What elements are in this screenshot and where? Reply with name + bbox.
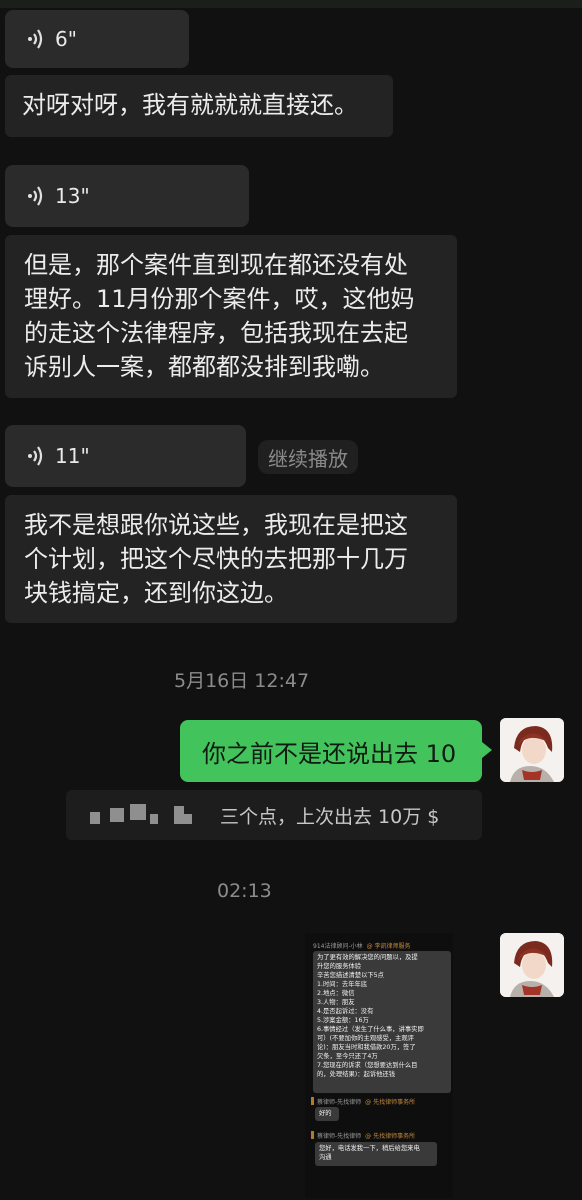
quote-marker: [311, 1097, 314, 1105]
message-text: 对呀对呀，我有就就就直接还。: [22, 91, 358, 119]
screenshot-message-card: 好的: [315, 1107, 339, 1121]
sender-header: 914法律顾问-小林 @ 李凯律师服务: [313, 943, 411, 950]
continue-play-button[interactable]: 继续播放: [258, 440, 358, 474]
avatar[interactable]: [500, 933, 564, 997]
message-text: 但是，那个案件直到现在都还没有处 理好。11月份那个案件，哎，这他妈 的走这个法…: [24, 248, 454, 384]
message-text: 我不是想跟你说这些，我现在是把这 个计划，把这个尽快的去把那十几万 块钱搞定，还…: [24, 508, 454, 610]
status-strip: [0, 0, 582, 8]
voice-duration: 6": [55, 27, 77, 51]
message-line: 理好。11月份那个案件，哎，这他妈: [24, 285, 415, 313]
screenshot-message-card: 您好，电话发我一下，稍后给您来电 沟通: [315, 1142, 437, 1166]
message-line: 但是，那个案件直到现在都还没有处: [24, 251, 408, 279]
quote-marker: [311, 1131, 314, 1139]
voice-duration: 11": [55, 444, 90, 468]
avatar[interactable]: [500, 718, 564, 782]
blurred-quote-preview: [66, 790, 206, 840]
message-line: 的走这个法律程序，包括我现在去起: [24, 319, 408, 347]
screenshot-message-card: 为了更有效的解决您的问题以，及提 升您的服务体验 辛苦您描述清楚以下5点 1.时…: [313, 951, 451, 1093]
sent-text-bubble[interactable]: 你之前不是还说出去 10: [180, 720, 492, 782]
message-line: 诉别人一案，都都都没排到我嘞。: [24, 353, 384, 381]
voice-wave-icon: [28, 29, 43, 49]
sender-header: 蔡律师-先找律师 @ 先找律师事务所: [317, 1133, 416, 1140]
message-line: 我不是想跟你说这些，我现在是把这: [24, 511, 408, 539]
anime-avatar-image: [500, 718, 564, 782]
sender-header: 蔡律师-先找律师 @ 先找律师事务所: [317, 1099, 416, 1106]
quote-text: 三个点，上次出去 10万 $: [220, 805, 440, 828]
quoted-reply[interactable]: 三个点，上次出去 10万 $: [66, 790, 482, 840]
voice-message[interactable]: 13": [5, 165, 249, 227]
voice-message[interactable]: 6": [5, 10, 189, 68]
voice-wave-icon: [28, 186, 43, 206]
voice-message[interactable]: 11": [5, 425, 246, 487]
voice-wave-icon: [28, 446, 43, 466]
message-text: 你之前不是还说出去 10: [202, 739, 457, 768]
image-message[interactable]: 914法律顾问-小林 @ 李凯律师服务 为了更有效的解决您的问题以，及提 升您的服…: [305, 933, 453, 1198]
message-line: 个计划，把这个尽快的去把那十几万: [24, 545, 408, 573]
message-line: 块钱搞定，还到你这边。: [24, 579, 288, 607]
anime-avatar-image: [500, 933, 564, 997]
voice-duration: 13": [55, 184, 90, 208]
chat-timestamp: 5月16日 12:47: [174, 670, 310, 692]
chat-timestamp: 02:13: [217, 880, 272, 902]
